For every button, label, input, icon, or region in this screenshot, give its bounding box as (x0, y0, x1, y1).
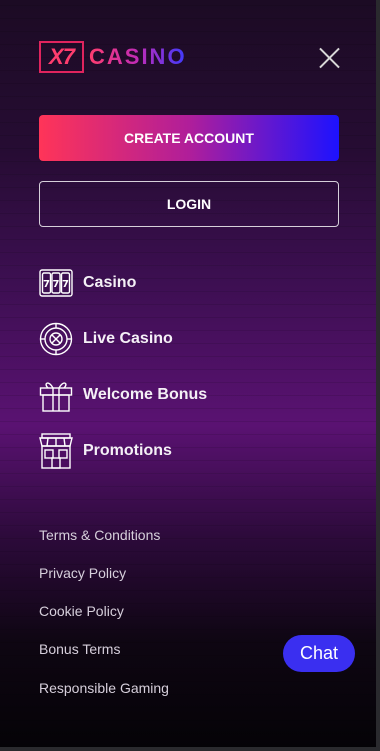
footer-link-cookie[interactable]: Cookie Policy (39, 603, 124, 619)
footer-link-privacy[interactable]: Privacy Policy (39, 565, 126, 581)
footer-link-terms[interactable]: Terms & Conditions (39, 527, 160, 543)
nav-label-casino: Casino (83, 274, 137, 291)
chat-button[interactable]: Chat (283, 635, 355, 672)
storefront-icon (39, 433, 73, 469)
nav-item-casino[interactable]: 7 7 7 Casino (39, 266, 136, 300)
nav-item-promotions[interactable]: Promotions (39, 433, 172, 469)
nav-label-live-casino: Live Casino (83, 330, 173, 347)
create-account-button[interactable]: CREATE ACCOUNT (39, 115, 339, 161)
logo-mark: X7 (39, 41, 84, 73)
nav-label-promotions: Promotions (83, 442, 172, 459)
roulette-icon (39, 322, 73, 356)
logo-wordmark: CASINO (89, 44, 187, 69)
slot-machine-icon: 7 7 7 (39, 266, 73, 300)
footer-link-responsible-gaming[interactable]: Responsible Gaming (39, 680, 169, 696)
svg-text:7: 7 (53, 279, 60, 290)
close-icon[interactable] (319, 48, 340, 69)
nav-item-live-casino[interactable]: Live Casino (39, 322, 173, 356)
nav-item-welcome-bonus[interactable]: Welcome Bonus (39, 378, 207, 412)
window-bottom-edge (0, 747, 380, 751)
nav-label-welcome-bonus: Welcome Bonus (83, 386, 208, 403)
svg-text:7: 7 (62, 279, 69, 290)
footer-link-bonus-terms[interactable]: Bonus Terms (39, 641, 120, 657)
svg-text:7: 7 (43, 279, 50, 290)
gift-icon (39, 378, 73, 412)
window-edge (376, 0, 380, 751)
login-button[interactable]: LOGIN (39, 181, 339, 227)
brand-logo[interactable]: X7 CASINO (39, 41, 187, 73)
